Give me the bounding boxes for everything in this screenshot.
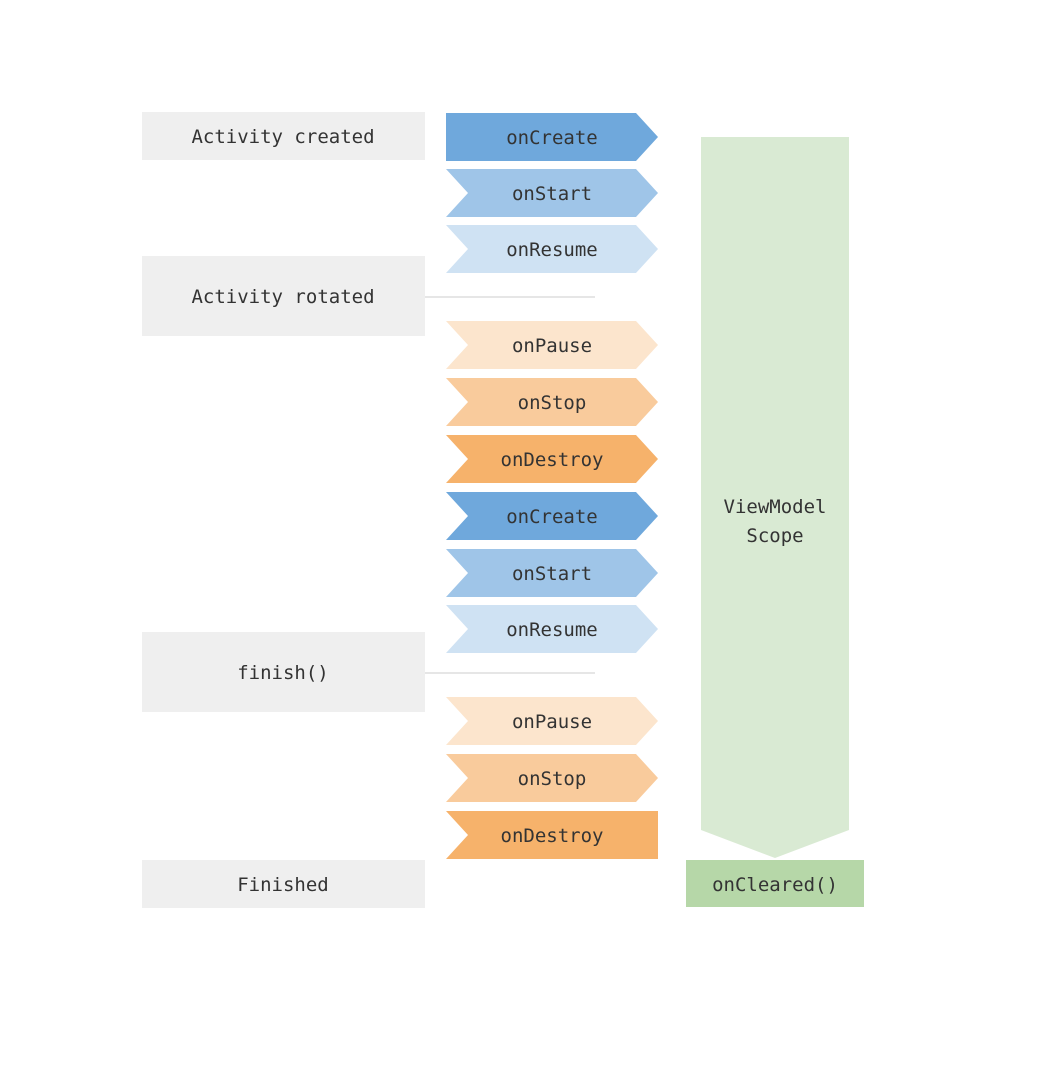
viewmodel-lifecycle-diagram: Activity created Activity rotated finish()…	[142, 112, 864, 908]
callback-label: onResume	[506, 239, 598, 261]
callback-label: onDestroy	[501, 825, 604, 847]
state-label: Activity rotated	[191, 286, 374, 308]
state-label: Finished	[237, 874, 329, 896]
callback-label: onCreate	[506, 127, 598, 149]
callback-label: onResume	[506, 619, 598, 641]
callback-label: onStart	[512, 563, 592, 585]
state-label: finish()	[237, 662, 329, 684]
callback-label: onDestroy	[501, 449, 604, 471]
viewmodel-scope-label: Scope	[746, 525, 803, 547]
viewmodel-scope-label: ViewModel	[724, 496, 827, 518]
callback-label: onPause	[512, 335, 592, 357]
on-cleared-label: onCleared()	[712, 874, 838, 896]
callback-label: onCreate	[506, 506, 598, 528]
callback-label: onStart	[512, 183, 592, 205]
callback-label: onPause	[512, 711, 592, 733]
callback-label: onStop	[518, 768, 587, 790]
state-label: Activity created	[191, 126, 374, 148]
callback-label: onStop	[518, 392, 587, 414]
